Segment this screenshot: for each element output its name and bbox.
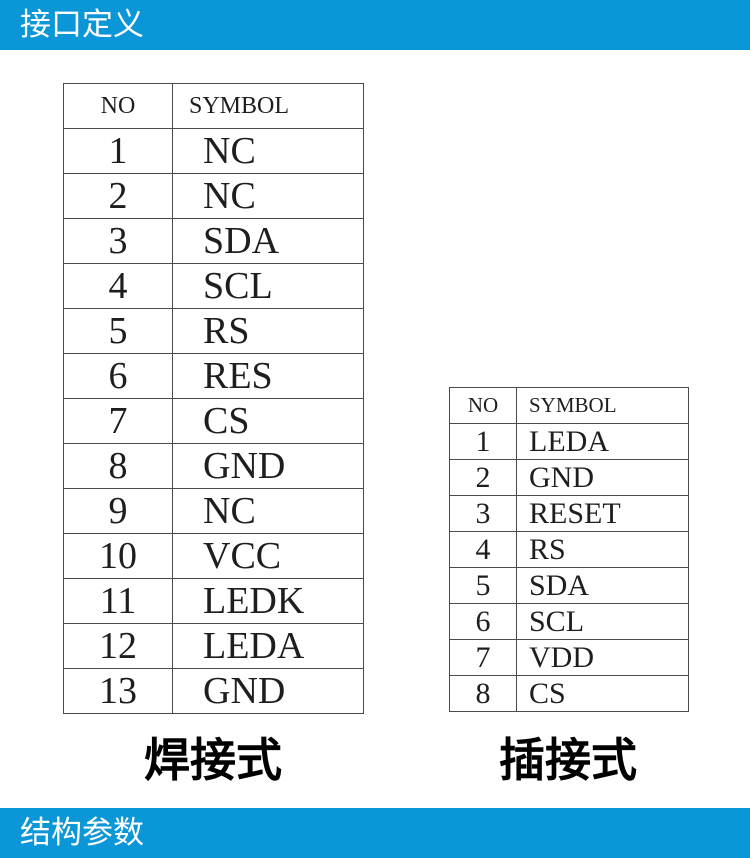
pin-number: 12 (63, 623, 173, 669)
pin-symbol: RS (172, 308, 364, 354)
pin-symbol: NC (172, 488, 364, 534)
table-header-row: NO SYMBOL (449, 387, 689, 424)
pin-number: 8 (449, 675, 517, 712)
table-row: 9 NC (63, 488, 364, 534)
table-row: 6 SCL (449, 603, 689, 640)
table-row: 8 GND (63, 443, 364, 489)
pin-table-solder: NO SYMBOL 1 NC 2 NC 3 SDA 4 SCL 5 RS 6 RES 7 CS 8 GND 9 N… (63, 83, 364, 714)
table-row: 8 CS (449, 675, 689, 712)
table-row: 5 RS (63, 308, 364, 354)
pin-symbol: SCL (516, 603, 689, 640)
pin-number: 5 (63, 308, 173, 354)
pin-table-plug: NO SYMBOL 1 LEDA 2 GND 3 RESET 4 RS 5 SDA 6 SCL 7 VDD… (449, 387, 689, 712)
pin-symbol: LEDA (172, 623, 364, 669)
pin-symbol: LEDA (516, 423, 689, 460)
table-row: 3 RESET (449, 495, 689, 532)
pin-number: 6 (63, 353, 173, 399)
pin-number: 13 (63, 668, 173, 714)
pin-number: 5 (449, 567, 517, 604)
table-row: 7 CS (63, 398, 364, 444)
pin-symbol: RES (172, 353, 364, 399)
table-body: 1 LEDA 2 GND 3 RESET 4 RS 5 SDA 6 SCL 7 VDD 8 CS (449, 423, 689, 712)
header-symbol: SYMBOL (172, 83, 364, 129)
pin-symbol: SCL (172, 263, 364, 309)
pin-symbol: GND (172, 443, 364, 489)
pin-number: 2 (63, 173, 173, 219)
section-title-structure: 结构参数 (20, 815, 144, 851)
pin-symbol: SDA (516, 567, 689, 604)
caption-solder-type: 焊接式 (144, 733, 282, 787)
pin-number: 10 (63, 533, 173, 579)
pin-symbol: GND (172, 668, 364, 714)
pin-symbol: VCC (172, 533, 364, 579)
pin-number: 7 (63, 398, 173, 444)
pin-symbol: NC (172, 173, 364, 219)
section-title-interface: 接口定义 (20, 7, 144, 43)
table-row: 13 GND (63, 668, 364, 714)
pin-number: 3 (449, 495, 517, 532)
pin-symbol: GND (516, 459, 689, 496)
section-bar-structure: 结构参数 (0, 808, 750, 858)
table-row: 6 RES (63, 353, 364, 399)
pin-number: 4 (63, 263, 173, 309)
table-row: 4 RS (449, 531, 689, 568)
pin-symbol: SDA (172, 218, 364, 264)
pin-symbol: LEDK (172, 578, 364, 624)
pin-number: 1 (63, 128, 173, 174)
pin-number: 1 (449, 423, 517, 460)
table-row: 2 NC (63, 173, 364, 219)
pin-number: 9 (63, 488, 173, 534)
table-row: 1 NC (63, 128, 364, 174)
table-row: 3 SDA (63, 218, 364, 264)
header-no: NO (63, 83, 173, 129)
pin-number: 2 (449, 459, 517, 496)
table-body: 1 NC 2 NC 3 SDA 4 SCL 5 RS 6 RES 7 CS 8 GND 9 NC 10 VCC 11 LE… (63, 128, 364, 714)
pin-number: 3 (63, 218, 173, 264)
pin-symbol: RS (516, 531, 689, 568)
table-row: 5 SDA (449, 567, 689, 604)
pin-number: 4 (449, 531, 517, 568)
pin-number: 7 (449, 639, 517, 676)
pin-symbol: CS (172, 398, 364, 444)
table-row: 7 VDD (449, 639, 689, 676)
pin-symbol: VDD (516, 639, 689, 676)
table-row: 1 LEDA (449, 423, 689, 460)
pin-symbol: RESET (516, 495, 689, 532)
table-row: 11 LEDK (63, 578, 364, 624)
pin-symbol: CS (516, 675, 689, 712)
pin-symbol: NC (172, 128, 364, 174)
table-row: 10 VCC (63, 533, 364, 579)
table-row: 2 GND (449, 459, 689, 496)
pin-number: 8 (63, 443, 173, 489)
pin-number: 6 (449, 603, 517, 640)
pin-number: 11 (63, 578, 173, 624)
table-row: 12 LEDA (63, 623, 364, 669)
caption-plug-type: 插接式 (499, 733, 637, 787)
table-row: 4 SCL (63, 263, 364, 309)
table-header-row: NO SYMBOL (63, 83, 364, 129)
header-symbol: SYMBOL (516, 387, 689, 424)
section-bar-interface: 接口定义 (0, 0, 750, 50)
header-no: NO (449, 387, 517, 424)
